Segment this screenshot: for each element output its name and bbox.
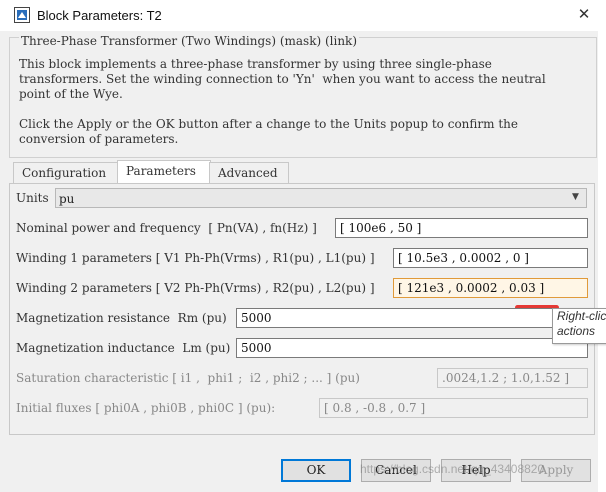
- description-line: conversion of parameters.: [19, 132, 179, 146]
- title-bar: Block Parameters: T2 ✕: [0, 0, 606, 31]
- winding1-field[interactable]: [ 10.5e3 , 0.0002 , 0 ]: [393, 248, 588, 268]
- close-icon: ✕: [577, 6, 591, 23]
- tooltip-line: actions: [557, 324, 596, 338]
- description-line: This block implements a three-phase tran…: [19, 57, 492, 71]
- nominal-field[interactable]: [ 100e6 , 50 ]: [335, 218, 588, 238]
- watermark: https://blog.csdn.net/qq_43408820: [360, 462, 545, 476]
- description-line: point of the Wye.: [19, 87, 123, 101]
- units-selected-value: pu: [59, 192, 75, 206]
- magnetization-resistance-label: Magnetization resistance Rm (pu): [16, 311, 227, 325]
- context-tooltip: Right-clic actions: [552, 308, 606, 344]
- nominal-label: Nominal power and frequency [ Pn(VA) , f…: [16, 221, 317, 235]
- magnetization-inductance-label: Magnetization inductance Lm (pu): [16, 341, 231, 355]
- tooltip-line: Right-clic: [557, 309, 606, 323]
- tab-configuration[interactable]: Configuration: [13, 162, 119, 183]
- magnetization-resistance-field[interactable]: 5000: [236, 308, 588, 328]
- saturation-label: Saturation characteristic [ i1 , phi1 ; …: [16, 371, 360, 385]
- tab-parameters[interactable]: Parameters: [117, 160, 211, 184]
- tab-advanced[interactable]: Advanced: [209, 162, 289, 183]
- chevron-down-icon: ▼: [572, 192, 579, 202]
- close-button[interactable]: ✕: [572, 4, 596, 26]
- window-title: Block Parameters: T2: [37, 8, 162, 23]
- description-line: transformers. Set the winding connection…: [19, 72, 546, 86]
- description-legend: Three-Phase Transformer (Two Windings) (…: [19, 34, 359, 48]
- units-dropdown[interactable]: [55, 188, 587, 208]
- saturation-field[interactable]: .0024,1.2 ; 1.0,1.52 ]: [437, 368, 588, 388]
- magnetization-inductance-field[interactable]: 5000: [236, 338, 588, 358]
- background-window-strip: [598, 31, 606, 492]
- initial-fluxes-label: Initial fluxes [ phi0A , phi0B , phi0C ]…: [16, 401, 276, 415]
- initial-fluxes-field[interactable]: [ 0.8 , -0.8 , 0.7 ]: [319, 398, 588, 418]
- simulink-block-icon: [14, 7, 30, 23]
- ok-button[interactable]: OK: [281, 459, 351, 482]
- winding1-label: Winding 1 parameters [ V1 Ph-Ph(Vrms) , …: [16, 251, 375, 265]
- description-line: Click the Apply or the OK button after a…: [19, 117, 518, 131]
- winding2-label: Winding 2 parameters [ V2 Ph-Ph(Vrms) , …: [16, 281, 375, 295]
- units-label: Units: [16, 191, 49, 205]
- winding2-field[interactable]: [ 121e3 , 0.0002 , 0.03 ]: [393, 278, 588, 298]
